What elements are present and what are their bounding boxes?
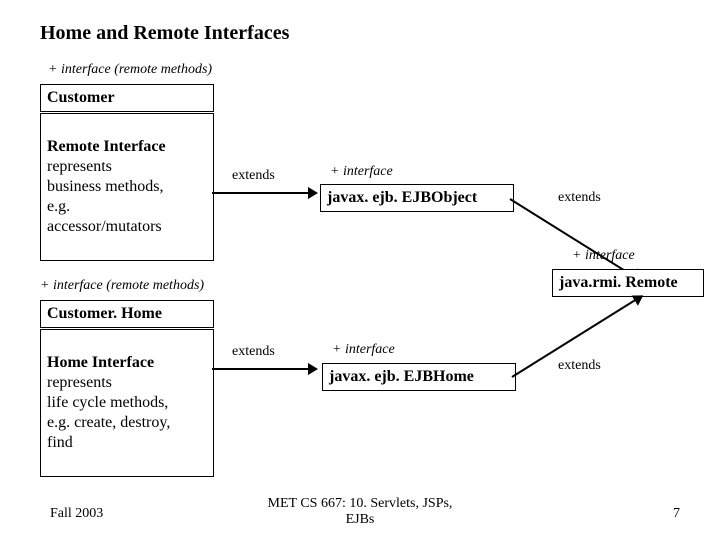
rmi-remote-box: java.rmi. Remote: [552, 269, 704, 297]
remote-interface-body: represents business methods, e.g. access…: [47, 157, 207, 237]
ejbhome-box: javax. ejb. EJBHome: [322, 363, 516, 391]
arrow-line-3: [212, 368, 308, 370]
customerhome-box: Customer. Home: [40, 300, 214, 328]
extends-label-4: extends: [558, 358, 601, 374]
ejbobject-box: javax. ejb. EJBObject: [320, 184, 514, 212]
stereotype-customerhome: + interface (remote methods): [40, 278, 204, 294]
home-interface-body: represents life cycle methods, e.g. crea…: [47, 373, 207, 453]
extends-label-2: extends: [558, 190, 601, 206]
stereotype-remote: + interface: [572, 248, 635, 264]
extends-label-1: extends: [232, 168, 275, 184]
home-interface-heading: Home Interface: [47, 354, 154, 371]
stereotype-ejbhome: + interface: [332, 342, 395, 358]
stereotype-ejbobject: + interface: [330, 164, 393, 180]
arrow-head-3: [308, 363, 318, 375]
customer-box: Customer: [40, 84, 214, 112]
remote-interface-heading: Remote Interface: [47, 138, 166, 155]
home-interface-box: Home Interface represents life cycle met…: [40, 329, 214, 477]
extends-label-3: extends: [232, 344, 275, 360]
arrow-head-1: [308, 187, 318, 199]
stereotype-customer: + interface (remote methods): [48, 62, 212, 78]
page-title: Home and Remote Interfaces: [40, 22, 289, 45]
footer-center: MET CS 667: 10. Servlets, JSPs, EJBs: [0, 496, 720, 528]
remote-interface-box: Remote Interface represents business met…: [40, 113, 214, 261]
arrow-line-2: [509, 198, 637, 279]
arrow-line-1: [212, 192, 308, 194]
footer-right: 7: [673, 506, 680, 522]
